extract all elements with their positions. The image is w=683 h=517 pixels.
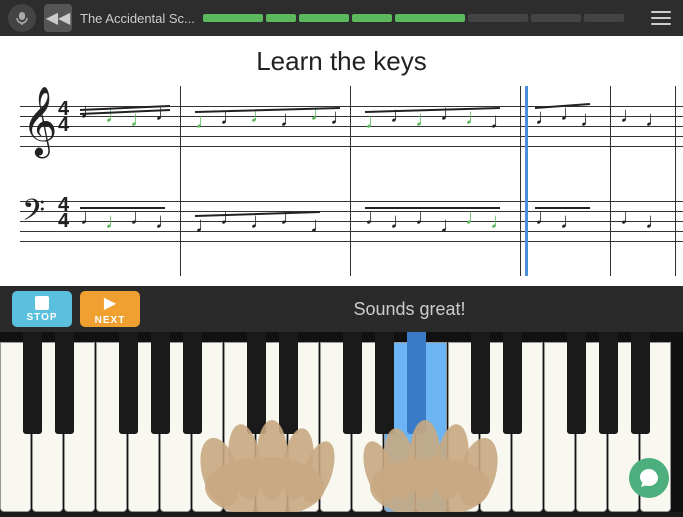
note-green: ♩ xyxy=(250,102,272,128)
black-key[interactable] xyxy=(407,332,426,434)
bass-note: ♩ xyxy=(535,204,557,230)
black-key[interactable] xyxy=(599,332,618,434)
black-key[interactable] xyxy=(23,332,42,434)
time-signature-bass-bottom: 4 xyxy=(58,210,69,233)
microphone-button[interactable] xyxy=(8,4,36,32)
next-button[interactable]: ▶ NEXT xyxy=(80,291,140,327)
bass-note: ♩ xyxy=(130,204,152,230)
bass-note-green: ♩ xyxy=(105,208,127,234)
stop-label: STOP xyxy=(26,312,57,323)
treble-clef: 𝄞 xyxy=(22,91,57,151)
bass-note-green: ♩ xyxy=(465,204,487,230)
next-arrow-icon: ▶ xyxy=(104,293,116,313)
note: ♩ xyxy=(220,104,242,130)
staff-line xyxy=(20,146,683,147)
black-key[interactable] xyxy=(55,332,74,434)
bar-line xyxy=(180,86,181,276)
bass-clef: 𝄢 xyxy=(22,196,45,232)
note: ♩ xyxy=(440,100,462,126)
piano-keyboard xyxy=(0,332,683,512)
hamburger-line xyxy=(651,11,671,13)
note: ♩ xyxy=(490,108,512,134)
progress-bar xyxy=(203,13,639,23)
black-key[interactable] xyxy=(183,332,202,434)
bass-note: ♩ xyxy=(365,204,387,230)
black-key[interactable] xyxy=(503,332,522,434)
black-key[interactable] xyxy=(279,332,298,434)
bass-note: ♩ xyxy=(390,208,412,234)
controls-bar: STOP ▶ NEXT Sounds great! xyxy=(0,286,683,332)
black-key[interactable] xyxy=(247,332,266,434)
bass-note: ♩ xyxy=(220,204,242,230)
note: ♩ xyxy=(645,106,667,132)
bass-note: ♩ xyxy=(620,204,642,230)
note-green: ♩ xyxy=(310,100,332,126)
bass-note: ♩ xyxy=(195,212,217,238)
menu-button[interactable] xyxy=(647,4,675,32)
back-button[interactable]: ◀◀ xyxy=(44,4,72,32)
bass-note: ♩ xyxy=(250,208,272,234)
note: ♩ xyxy=(560,100,582,126)
note: ♩ xyxy=(330,104,352,130)
bass-note-green: ♩ xyxy=(490,208,512,234)
chat-button[interactable] xyxy=(629,458,669,498)
note: ♩ xyxy=(80,98,102,124)
playhead xyxy=(525,86,528,276)
piano-area: STOP ▶ NEXT Sounds great! xyxy=(0,286,683,512)
note: ♩ xyxy=(155,100,177,126)
bass-note: ♩ xyxy=(155,208,177,234)
black-key[interactable] xyxy=(471,332,490,434)
staff-line xyxy=(20,241,683,242)
note-green: ♩ xyxy=(465,104,487,130)
next-label: NEXT xyxy=(95,315,126,326)
bar-line xyxy=(610,86,611,276)
status-text: Sounds great! xyxy=(148,299,671,320)
stop-icon xyxy=(35,296,49,310)
section-title: Learn the keys xyxy=(0,36,683,77)
header-bar: ◀◀ The Accidental Sc... xyxy=(0,0,683,36)
bar-line xyxy=(520,86,521,276)
black-key[interactable] xyxy=(375,332,394,434)
bass-note: ♩ xyxy=(560,208,582,234)
note: ♩ xyxy=(390,102,412,128)
note: ♩ xyxy=(535,104,557,130)
black-key[interactable] xyxy=(151,332,170,434)
hamburger-line xyxy=(651,23,671,25)
black-key[interactable] xyxy=(567,332,586,434)
staff-container: 𝄞 𝄢 4 4 4 4 ♩ ♩ ♩ ♩ ♩ ♩ ♩ ♩ ♩ ♩ ♩ ♩ ♩ ♩ … xyxy=(0,86,683,276)
note-green: ♩ xyxy=(415,106,437,132)
sheet-music-area: Learn the keys 𝄞 𝄢 4 4 4 4 ♩ ♩ ♩ xyxy=(0,36,683,286)
note: ♩ xyxy=(280,106,302,132)
hamburger-line xyxy=(651,17,671,19)
note: ♩ xyxy=(580,106,602,132)
staff-line xyxy=(20,201,683,202)
black-key[interactable] xyxy=(119,332,138,434)
black-key[interactable] xyxy=(343,332,362,434)
song-title: The Accidental Sc... xyxy=(80,11,195,26)
note-green: ♩ xyxy=(365,108,387,134)
time-signature-bottom: 4 xyxy=(58,114,69,137)
bass-note: ♩ xyxy=(80,204,102,230)
stop-button[interactable]: STOP xyxy=(12,291,72,327)
bass-note: ♩ xyxy=(440,212,462,238)
black-key[interactable] xyxy=(631,332,650,434)
bass-note: ♩ xyxy=(415,204,437,230)
note-green: ♩ xyxy=(195,108,217,134)
note-green: ♩ xyxy=(105,102,127,128)
staff-line xyxy=(20,136,683,137)
bass-note: ♩ xyxy=(645,208,667,234)
bar-line xyxy=(675,86,676,276)
bass-note: ♩ xyxy=(280,204,302,230)
bass-note: ♩ xyxy=(310,212,332,238)
note: ♩ xyxy=(620,102,642,128)
note-green: ♩ xyxy=(130,106,152,132)
